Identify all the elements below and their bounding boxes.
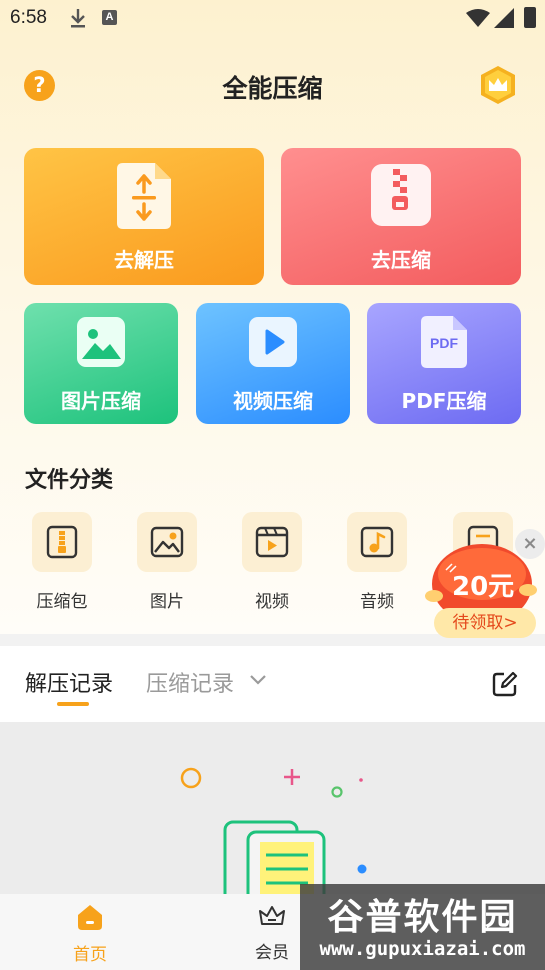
zip-card[interactable]: 去压缩 <box>281 148 521 285</box>
category-video[interactable]: 视频 <box>232 512 312 612</box>
video-compress-label: 视频压缩 <box>233 389 313 413</box>
category-image-box <box>137 512 197 572</box>
video-play-icon <box>249 317 297 367</box>
chevron-down-icon[interactable] <box>249 670 267 688</box>
watermark: 谷普软件园 www.gupuxiazai.com <box>300 884 545 970</box>
image-icon <box>150 526 184 558</box>
home-icon <box>78 905 102 930</box>
tab-zip-records[interactable]: 压缩记录 <box>146 666 234 698</box>
records-tab-bar: 解压记录 压缩记录 <box>0 646 545 722</box>
notification-a-icon: A <box>102 10 117 25</box>
unzip-file-icon <box>117 163 171 229</box>
signal-icon <box>494 8 514 28</box>
nav-vip-label: 会员 <box>255 943 289 963</box>
audio-icon <box>360 526 394 558</box>
nav-vip[interactable]: 会员 <box>242 904 302 963</box>
pdf-icon-text: PDF <box>430 335 458 351</box>
status-bar: 6:58 A <box>0 0 545 38</box>
pdf-compress-card[interactable]: PDF PDF压缩 <box>367 303 521 424</box>
unzip-label: 去解压 <box>114 248 174 272</box>
zip-label: 去压缩 <box>371 248 431 272</box>
category-archive[interactable]: 压缩包 <box>22 512 102 612</box>
image-icon <box>77 317 125 367</box>
image-compress-label: 图片压缩 <box>61 389 141 413</box>
nav-home[interactable]: 首页 <box>60 902 120 965</box>
archive-icon <box>46 525 78 559</box>
empty-state-area <box>0 722 545 894</box>
unzip-card[interactable]: 去解压 <box>24 148 264 285</box>
video-compress-card[interactable]: 视频压缩 <box>196 303 350 424</box>
wifi-icon <box>466 9 490 27</box>
category-video-box <box>242 512 302 572</box>
category-audio[interactable]: 音频 <box>337 512 417 612</box>
empty-state-illustration <box>180 767 367 894</box>
download-icon <box>71 9 85 28</box>
promo-close-icon[interactable]: × <box>515 529 545 559</box>
image-compress-card[interactable]: 图片压缩 <box>24 303 178 424</box>
category-image[interactable]: 图片 <box>127 512 207 612</box>
edit-icon[interactable] <box>491 670 519 698</box>
category-archive-label: 压缩包 <box>36 592 88 612</box>
page-title: 全能压缩 <box>222 74 323 103</box>
promo-claim-button[interactable]: 待领取> <box>434 608 536 638</box>
crown-icon <box>259 906 285 925</box>
battery-icon <box>524 7 536 28</box>
watermark-url: www.gupuxiazai.com <box>319 938 526 960</box>
category-archive-box <box>32 512 92 572</box>
vip-crown-icon[interactable] <box>478 65 518 105</box>
app-header: ? 全能压缩 <box>0 60 545 110</box>
tab-unzip-records[interactable]: 解压记录 <box>25 666 113 698</box>
status-time: 6:58 <box>10 7 47 28</box>
file-category-title: 文件分类 <box>25 468 114 493</box>
category-audio-box <box>347 512 407 572</box>
watermark-name: 谷普软件园 <box>327 897 518 938</box>
category-audio-label: 音频 <box>360 592 394 612</box>
pdf-compress-label: PDF压缩 <box>401 389 487 413</box>
promo-amount: 20元 <box>452 572 515 602</box>
zip-archive-icon <box>371 164 431 226</box>
video-icon <box>255 526 289 558</box>
active-tab-indicator <box>57 702 89 706</box>
category-video-label: 视频 <box>255 592 289 612</box>
nav-home-label: 首页 <box>73 945 107 965</box>
category-image-label: 图片 <box>150 592 184 612</box>
